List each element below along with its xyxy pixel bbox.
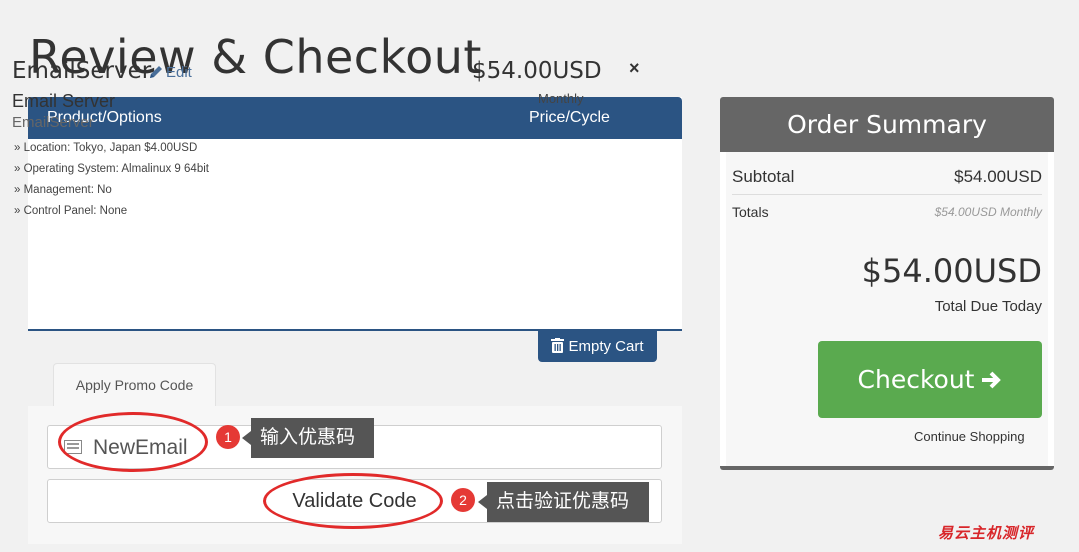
- annotation-callout-1: 输入优惠码: [242, 418, 374, 458]
- empty-cart-label[interactable]: Empty Cart: [568, 338, 643, 355]
- watermark: 易云主机测评: [938, 525, 1035, 542]
- annotation-callout-2: 点击验证优惠码: [478, 482, 649, 522]
- annotation-ring-promo-input: [58, 412, 208, 472]
- annotation-badge-1: 1: [216, 425, 240, 449]
- totals-value: $54.00USD Monthly: [934, 205, 1042, 219]
- edit-link[interactable]: Edit: [149, 64, 192, 81]
- trash-icon: [551, 338, 565, 353]
- total-due-amount: $54.00USD: [861, 252, 1042, 290]
- option-os: » Operating System: Almalinux 9 64bit: [14, 163, 209, 175]
- pencil-icon: [150, 66, 162, 78]
- checkout-label[interactable]: Checkout: [858, 365, 975, 394]
- item-cycle: Monthly: [538, 91, 584, 106]
- subtotal-value: $54.00USD: [954, 167, 1042, 186]
- empty-cart-button[interactable]: Empty Cart: [538, 331, 657, 362]
- annotation-ring-validate: [263, 473, 443, 529]
- total-due-label: Total Due Today: [934, 298, 1042, 315]
- subtotal-label: Subtotal: [732, 167, 795, 186]
- edit-label[interactable]: Edit: [166, 64, 192, 81]
- item-product: EmailServer: [12, 114, 94, 131]
- annotation-badge-2: 2: [451, 488, 475, 512]
- arrow-right-icon: [982, 371, 1002, 389]
- item-group: Email Server: [12, 91, 116, 111]
- option-management: » Management: No: [14, 184, 112, 196]
- header-price-cycle: Price/Cycle: [529, 109, 610, 126]
- item-price: $54.00USD: [472, 58, 602, 84]
- summary-divider: [732, 194, 1042, 195]
- order-summary: Order Summary Subtotal $54.00USD Totals …: [720, 97, 1054, 470]
- order-summary-title: Order Summary: [720, 97, 1054, 152]
- tab-apply-promo-code[interactable]: Apply Promo Code: [53, 363, 216, 407]
- option-control-panel: » Control Panel: None: [14, 205, 128, 217]
- item-name: EmailServer: [12, 58, 152, 84]
- option-location: » Location: Tokyo, Japan $4.00USD: [14, 142, 198, 154]
- checkout-button[interactable]: Checkout: [818, 341, 1042, 418]
- close-icon[interactable]: ×: [629, 58, 640, 79]
- totals-label: Totals: [732, 204, 769, 220]
- item-options: » Location: Tokyo, Japan $4.00USD » Oper…: [14, 138, 209, 222]
- continue-shopping-link[interactable]: Continue Shopping: [914, 429, 1025, 444]
